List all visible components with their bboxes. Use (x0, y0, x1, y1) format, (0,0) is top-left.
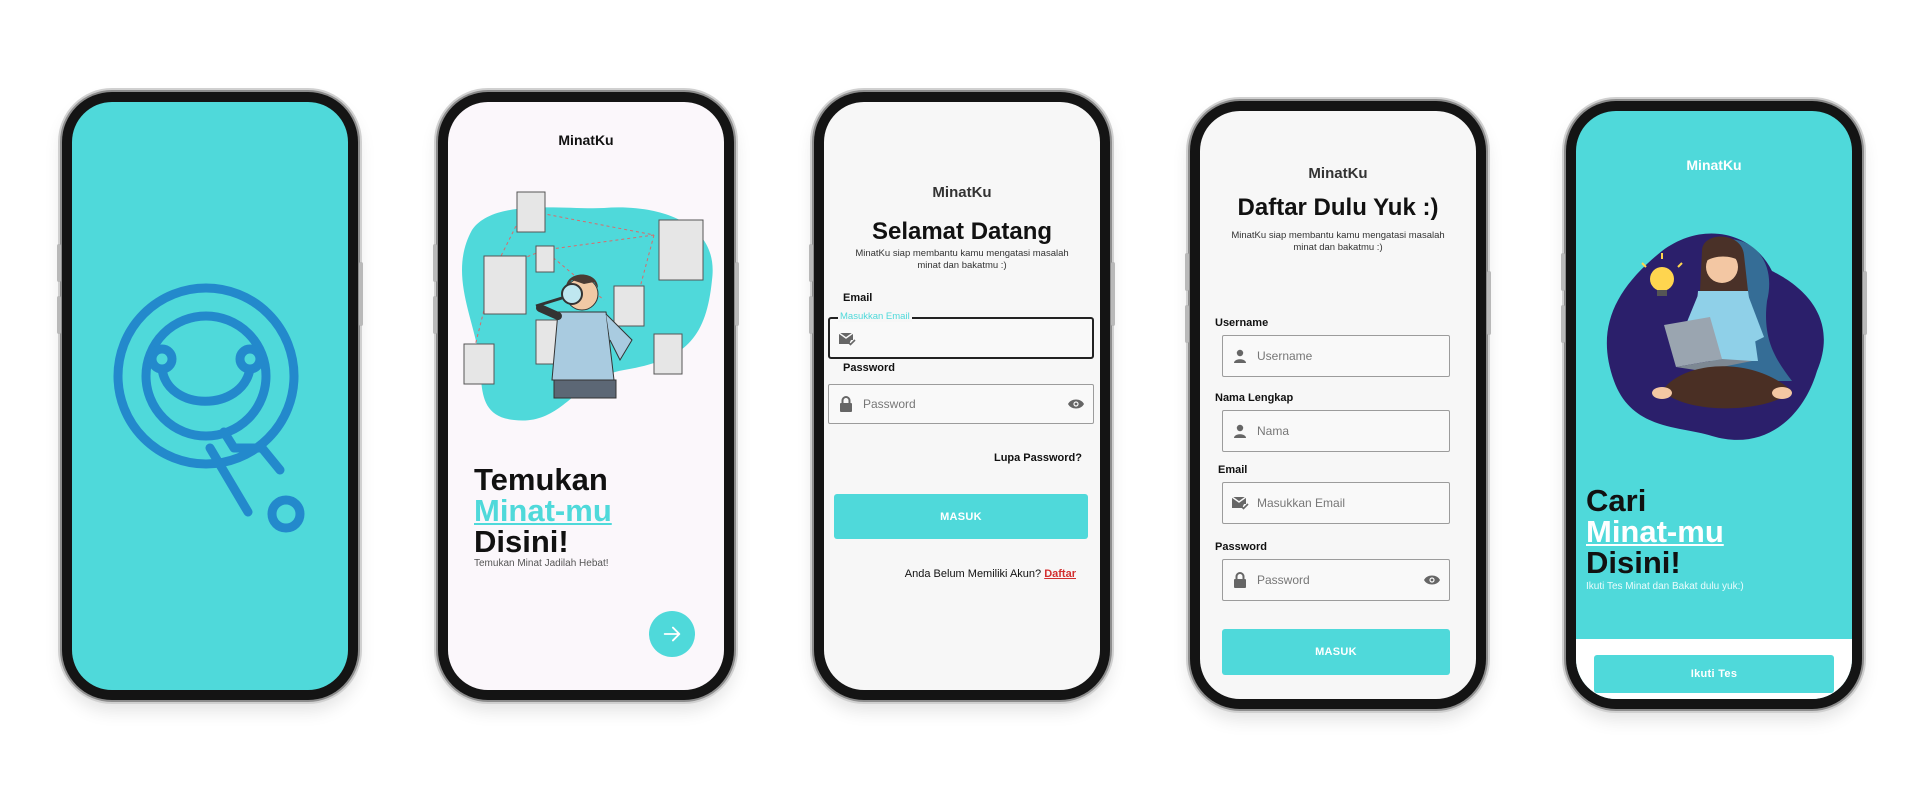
password-placeholder: Password (1257, 573, 1310, 587)
email-field[interactable]: Masukkan Email (1222, 482, 1450, 524)
register-screen: MinatKu Daftar Dulu Yuk :) MinatKu siap … (1200, 111, 1476, 699)
register-prompt: Anda Belum Memiliki Akun? Daftar (905, 568, 1076, 580)
fullname-placeholder: Nama (1257, 424, 1290, 438)
login-screen: MinatKu Selamat Datang MinatKu siap memb… (824, 102, 1100, 690)
take-test-button[interactable]: Ikuti Tes (1594, 655, 1834, 693)
title-line-2: Minat-mu (1586, 514, 1724, 549)
login-button[interactable]: MASUK (834, 494, 1088, 539)
password-label: Password (843, 362, 895, 374)
onboarding-illustration (462, 191, 713, 421)
phone-onboarding: MinatKu Temukan Minat-mu Disini! Temukan… (433, 92, 739, 700)
title-line-3: Disini! (474, 524, 569, 559)
password-field[interactable]: Password (828, 384, 1094, 424)
eye-icon[interactable] (1423, 574, 1441, 586)
fullname-field[interactable]: Nama (1222, 410, 1450, 452)
person-icon (1223, 424, 1257, 438)
page-title: Daftar Dulu Yuk :) (1237, 194, 1439, 221)
brand-title: MinatKu (1308, 165, 1368, 182)
username-label: Username (1215, 317, 1269, 329)
email-placeholder: Masukkan Email (1257, 496, 1346, 510)
onboarding-screen: MinatKu Temukan Minat-mu Disini! Temukan… (448, 102, 724, 690)
username-placeholder: Username (1257, 349, 1313, 363)
title-line-3: Disini! (1586, 545, 1681, 580)
mail-check-icon (838, 332, 856, 346)
studying-girl-illustration (1606, 233, 1824, 440)
password-placeholder: Password (863, 397, 916, 411)
phone-test-cta: MinatKu Cari Minat-mu Disini! Ikuti Tes … (1561, 101, 1867, 709)
power-button (1863, 271, 1867, 335)
brand-title: MinatKu (1686, 157, 1742, 173)
brand-title: MinatKu (932, 184, 992, 201)
volume-up-button (433, 244, 437, 282)
power-button (359, 262, 363, 326)
email-floating-label: Masukkan Email (838, 311, 912, 322)
cta-subtitle: Ikuti Tes Minat dan Bakat dulu yuk:) (1586, 581, 1744, 592)
phone-register: MinatKu Daftar Dulu Yuk :) MinatKu siap … (1185, 101, 1491, 709)
splash-screen (72, 102, 348, 690)
eye-icon[interactable] (1067, 398, 1085, 410)
page-title: Selamat Datang (871, 218, 1053, 245)
onboarding-title: Temukan Minat-mu Disini! (474, 464, 612, 557)
volume-up-button (1561, 253, 1565, 291)
phone-splash (57, 92, 363, 700)
page-subtitle: MinatKu siap membantu kamu mengatasi mas… (855, 248, 1069, 271)
register-link[interactable]: Daftar (1044, 568, 1076, 580)
test-cta-screen: MinatKu Cari Minat-mu Disini! Ikuti Tes … (1576, 111, 1852, 699)
register-submit-button[interactable]: MASUK (1222, 629, 1450, 675)
arrow-right-icon (663, 626, 681, 642)
title-line-1: Cari (1586, 483, 1647, 518)
power-button (735, 262, 739, 326)
phone-login: MinatKu Selamat Datang MinatKu siap memb… (809, 92, 1115, 700)
next-button[interactable] (649, 611, 695, 657)
title-line-1: Temukan (474, 462, 608, 497)
volume-down-button (1561, 305, 1565, 343)
password-field[interactable]: Password (1222, 559, 1450, 601)
person-icon (1223, 349, 1257, 363)
password-label: Password (1215, 541, 1267, 553)
volume-down-button (809, 296, 813, 334)
power-button (1487, 271, 1491, 335)
title-line-2: Minat-mu (474, 493, 612, 528)
page-subtitle: MinatKu siap membantu kamu mengatasi mas… (1231, 230, 1445, 253)
mail-check-icon (1223, 495, 1257, 511)
brand-title: MinatKu (558, 132, 614, 148)
onboarding-subtitle: Temukan Minat Jadilah Hebat! (474, 558, 609, 569)
volume-up-button (57, 244, 61, 282)
volume-down-button (57, 296, 61, 334)
cta-title: Cari Minat-mu Disini! (1586, 485, 1724, 578)
power-button (1111, 262, 1115, 326)
no-account-text: Anda Belum Memiliki Akun? (904, 568, 1042, 580)
forgot-password-link[interactable]: Lupa Password? (994, 452, 1082, 464)
fullname-label: Nama Lengkap (1215, 392, 1294, 404)
lock-icon (829, 396, 863, 412)
volume-up-button (1185, 253, 1189, 291)
volume-down-button (433, 296, 437, 334)
volume-up-button (809, 244, 813, 282)
username-field[interactable]: Username (1222, 335, 1450, 377)
minatku-q-logo-icon (113, 283, 305, 533)
volume-down-button (1185, 305, 1189, 343)
email-field[interactable]: Masukkan Email (828, 311, 1094, 359)
email-label: Email (1218, 464, 1248, 476)
lock-icon (1223, 572, 1257, 588)
email-label: Email (843, 292, 873, 304)
